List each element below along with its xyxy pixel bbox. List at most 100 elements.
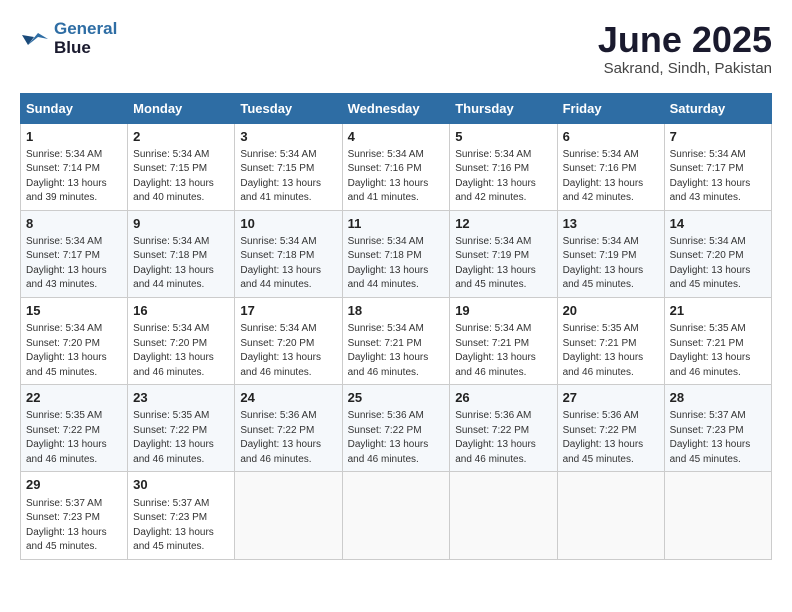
day-number: 28 (670, 389, 766, 407)
calendar-table: Sunday Monday Tuesday Wednesday Thursday… (20, 93, 772, 560)
day-info: Sunrise: 5:34 AM Sunset: 7:14 PM Dayligh… (26, 148, 122, 206)
table-row: 4 Sunrise: 5:34 AM Sunset: 7:16 PM Daylig… (342, 123, 450, 210)
table-row: 9 Sunrise: 5:34 AM Sunset: 7:18 PM Daylig… (128, 210, 235, 297)
page-header: General Blue June 2025 Sakrand, Sindh, P… (20, 20, 772, 77)
table-row: 17Sunrise: 5:34 AM Sunset: 7:20 PM Dayli… (235, 297, 342, 384)
table-row: 26 Sunrise: 5:36 AM Sunset: 7:22 PM Dayli… (450, 385, 557, 472)
day-number: 6 (563, 128, 659, 146)
day-info: Sunrise: 5:34 AM Sunset: 7:18 PM Dayligh… (133, 235, 229, 293)
day-info: Sunrise: 5:34 AM Sunset: 7:17 PM Dayligh… (26, 235, 122, 293)
day-info: Sunrise: 5:34 AM Sunset: 7:20 PM Dayligh… (26, 322, 122, 380)
col-thursday: Thursday (450, 93, 557, 123)
table-row: 15 Sunrise: 5:34 AM Sunset: 7:20 PM Dayli… (21, 297, 128, 384)
day-info: Sunrise: 5:34 AM Sunset: 7:16 PM Dayligh… (348, 148, 445, 206)
table-row: 2 Sunrise: 5:34 AM Sunset: 7:15 PM Daylig… (128, 123, 235, 210)
day-number: 24 (240, 389, 336, 407)
table-row: 20 Sunrise: 5:35 AM Sunset: 7:21 PM Dayli… (557, 297, 664, 384)
month-title: June 2025 (598, 20, 772, 60)
day-info: Sunrise: 5:35 AM Sunset: 7:21 PM Dayligh… (670, 322, 766, 380)
day-number: 19 (455, 302, 551, 320)
table-row: 7Sunrise: 5:34 AM Sunset: 7:17 PM Daylig… (664, 123, 771, 210)
day-info: Sunrise: 5:34 AM Sunset: 7:21 PM Dayligh… (348, 322, 445, 380)
day-info: Sunrise: 5:34 AM Sunset: 7:20 PM Dayligh… (670, 235, 766, 293)
day-info: Sunrise: 5:34 AM Sunset: 7:16 PM Dayligh… (455, 148, 551, 206)
table-row: 3Sunrise: 5:34 AM Sunset: 7:15 PM Daylig… (235, 123, 342, 210)
day-info: Sunrise: 5:34 AM Sunset: 7:19 PM Dayligh… (455, 235, 551, 293)
table-row: 8 Sunrise: 5:34 AM Sunset: 7:17 PM Daylig… (21, 210, 128, 297)
day-number: 30 (133, 476, 229, 494)
col-tuesday: Tuesday (235, 93, 342, 123)
day-number: 1 (26, 128, 122, 146)
day-info: Sunrise: 5:34 AM Sunset: 7:21 PM Dayligh… (455, 322, 551, 380)
week-row-5: 29 Sunrise: 5:37 AM Sunset: 7:23 PM Dayli… (21, 472, 772, 559)
day-number: 12 (455, 215, 551, 233)
table-row: 21Sunrise: 5:35 AM Sunset: 7:21 PM Dayli… (664, 297, 771, 384)
header-row: Sunday Monday Tuesday Wednesday Thursday… (21, 93, 772, 123)
col-wednesday: Wednesday (342, 93, 450, 123)
table-row (235, 472, 342, 559)
day-info: Sunrise: 5:34 AM Sunset: 7:18 PM Dayligh… (348, 235, 445, 293)
day-info: Sunrise: 5:36 AM Sunset: 7:22 PM Dayligh… (240, 409, 336, 467)
day-number: 4 (348, 128, 445, 146)
table-row: 12 Sunrise: 5:34 AM Sunset: 7:19 PM Dayli… (450, 210, 557, 297)
day-number: 25 (348, 389, 445, 407)
table-row: 13 Sunrise: 5:34 AM Sunset: 7:19 PM Dayli… (557, 210, 664, 297)
day-number: 27 (563, 389, 659, 407)
table-row: 5 Sunrise: 5:34 AM Sunset: 7:16 PM Daylig… (450, 123, 557, 210)
day-number: 17 (240, 302, 336, 320)
day-number: 2 (133, 128, 229, 146)
col-friday: Friday (557, 93, 664, 123)
col-saturday: Saturday (664, 93, 771, 123)
day-number: 15 (26, 302, 122, 320)
table-row (664, 472, 771, 559)
day-number: 13 (563, 215, 659, 233)
day-number: 29 (26, 476, 122, 494)
table-row: 23Sunrise: 5:35 AM Sunset: 7:22 PM Dayli… (128, 385, 235, 472)
table-row: 14 Sunrise: 5:34 AM Sunset: 7:20 PM Dayli… (664, 210, 771, 297)
table-row: 27 Sunrise: 5:36 AM Sunset: 7:22 PM Dayli… (557, 385, 664, 472)
table-row: 1 Sunrise: 5:34 AM Sunset: 7:14 PM Daylig… (21, 123, 128, 210)
day-info: Sunrise: 5:37 AM Sunset: 7:23 PM Dayligh… (670, 409, 766, 467)
week-row-3: 15 Sunrise: 5:34 AM Sunset: 7:20 PM Dayli… (21, 297, 772, 384)
logo-icon (20, 27, 50, 51)
day-info: Sunrise: 5:36 AM Sunset: 7:22 PM Dayligh… (563, 409, 659, 467)
day-number: 26 (455, 389, 551, 407)
table-row: 18 Sunrise: 5:34 AM Sunset: 7:21 PM Dayli… (342, 297, 450, 384)
table-row: 22Sunrise: 5:35 AM Sunset: 7:22 PM Dayli… (21, 385, 128, 472)
table-row: 11 Sunrise: 5:34 AM Sunset: 7:18 PM Dayli… (342, 210, 450, 297)
col-sunday: Sunday (21, 93, 128, 123)
logo-blue: Blue (54, 38, 91, 57)
table-row: 24 Sunrise: 5:36 AM Sunset: 7:22 PM Dayli… (235, 385, 342, 472)
day-info: Sunrise: 5:34 AM Sunset: 7:20 PM Dayligh… (133, 322, 229, 380)
table-row (342, 472, 450, 559)
table-row (450, 472, 557, 559)
title-block: June 2025 Sakrand, Sindh, Pakistan (598, 20, 772, 77)
table-row (557, 472, 664, 559)
day-number: 18 (348, 302, 445, 320)
day-number: 14 (670, 215, 766, 233)
table-row: 30 Sunrise: 5:37 AM Sunset: 7:23 PM Dayli… (128, 472, 235, 559)
day-number: 11 (348, 215, 445, 233)
day-info: Sunrise: 5:34 AM Sunset: 7:16 PM Dayligh… (563, 148, 659, 206)
table-row: 28 Sunrise: 5:37 AM Sunset: 7:23 PM Dayli… (664, 385, 771, 472)
table-row: 19 Sunrise: 5:34 AM Sunset: 7:21 PM Dayli… (450, 297, 557, 384)
location-subtitle: Sakrand, Sindh, Pakistan (598, 60, 772, 77)
day-info: Sunrise: 5:36 AM Sunset: 7:22 PM Dayligh… (455, 409, 551, 467)
day-number: 20 (563, 302, 659, 320)
day-info: Sunrise: 5:34 AM Sunset: 7:19 PM Dayligh… (563, 235, 659, 293)
week-row-2: 8 Sunrise: 5:34 AM Sunset: 7:17 PM Daylig… (21, 210, 772, 297)
week-row-4: 22Sunrise: 5:35 AM Sunset: 7:22 PM Dayli… (21, 385, 772, 472)
day-number: 5 (455, 128, 551, 146)
day-info: Sunrise: 5:34 AM Sunset: 7:18 PM Dayligh… (240, 235, 336, 293)
day-number: 8 (26, 215, 122, 233)
day-info: Sunrise: 5:37 AM Sunset: 7:23 PM Dayligh… (133, 497, 229, 555)
day-number: 9 (133, 215, 229, 233)
day-info: Sunrise: 5:35 AM Sunset: 7:21 PM Dayligh… (563, 322, 659, 380)
logo-general: General (54, 19, 117, 38)
day-number: 23 (133, 389, 229, 407)
day-info: Sunrise: 5:37 AM Sunset: 7:23 PM Dayligh… (26, 497, 122, 555)
day-info: Sunrise: 5:34 AM Sunset: 7:15 PM Dayligh… (133, 148, 229, 206)
day-number: 3 (240, 128, 336, 146)
day-number: 7 (670, 128, 766, 146)
table-row: 10Sunrise: 5:34 AM Sunset: 7:18 PM Dayli… (235, 210, 342, 297)
